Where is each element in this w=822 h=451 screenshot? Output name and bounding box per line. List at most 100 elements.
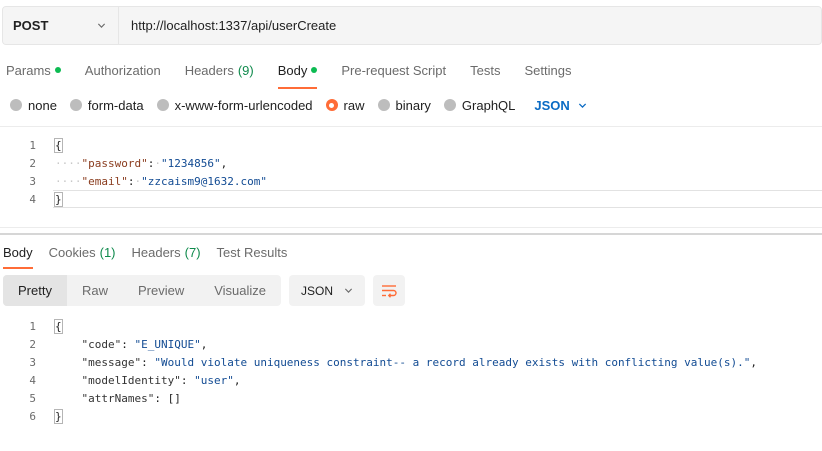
open-brace: { <box>54 137 63 153</box>
code-line: 4 "modelIdentity": "user", <box>0 371 822 389</box>
radio-raw[interactable] <box>325 99 338 111</box>
radio-none-label: none <box>28 97 57 113</box>
tab-settings-label: Settings <box>524 62 572 78</box>
tab-response-body[interactable]: Body <box>3 239 33 269</box>
line-number: 2 <box>29 337 36 351</box>
url-input[interactable] <box>119 7 821 44</box>
json-value: [] <box>167 391 181 405</box>
chevron-down-icon <box>344 288 353 293</box>
tab-headers[interactable]: Headers (9) <box>185 57 254 83</box>
json-value: "1234856" <box>160 156 221 170</box>
chevron-down-icon <box>97 23 106 28</box>
tab-cookies-count: (1) <box>99 244 116 260</box>
view-visualize-button[interactable]: Visualize <box>199 275 281 306</box>
radio-binary[interactable] <box>377 99 390 111</box>
json-value: "Would violate uniqueness constraint-- a… <box>154 355 751 369</box>
wrap-lines-icon <box>382 284 397 298</box>
json-comma: , <box>200 337 208 351</box>
body-type-options: none form-data x-www-form-urlencoded raw… <box>10 95 587 115</box>
response-tabs: Body Cookies (1) Headers (7) Test Result… <box>3 239 303 269</box>
response-format-select[interactable]: JSON <box>289 275 366 306</box>
line-number: 1 <box>29 319 36 333</box>
close-brace: } <box>54 191 63 207</box>
view-pretty-button[interactable]: Pretty <box>3 275 67 306</box>
json-key: "code" <box>81 337 122 351</box>
radio-binary-label: binary <box>395 97 431 113</box>
view-preview-button[interactable]: Preview <box>123 275 199 306</box>
radio-form-data-label: form-data <box>87 97 144 113</box>
line-number: 4 <box>29 192 36 206</box>
code-line: 2 "code": "E_UNIQUE", <box>0 335 822 353</box>
radio-form-data[interactable] <box>69 99 82 111</box>
radio-graphql-label: GraphQL <box>461 97 516 113</box>
body-type-binary[interactable]: binary <box>377 97 431 113</box>
method-select[interactable]: POST <box>3 7 119 44</box>
tab-response-headers-label: Headers <box>131 244 181 260</box>
tab-test-results-label: Test Results <box>216 244 288 260</box>
line-number: 3 <box>29 174 36 188</box>
json-comma: , <box>750 355 758 369</box>
json-value: "E_UNIQUE" <box>134 337 201 351</box>
code-line: 4} <box>0 190 822 208</box>
chevron-down-icon <box>578 102 586 108</box>
code-line: 3 ···· "email": · "zzcaism9@1632.com" <box>0 172 822 190</box>
response-format-label: JSON <box>301 283 334 298</box>
code-line: 2 ···· "password": · "1234856", <box>0 154 822 172</box>
json-key: "attrNames" <box>81 391 155 405</box>
tab-settings[interactable]: Settings <box>524 57 571 83</box>
line-number: 4 <box>29 373 36 387</box>
tab-body[interactable]: Body <box>277 57 318 89</box>
response-body-viewer[interactable]: 1 { 2 "code": "E_UNIQUE", 3 "message": "W… <box>0 316 822 428</box>
tab-cookies[interactable]: Cookies (1) <box>49 239 116 265</box>
radio-graphql[interactable] <box>443 99 456 111</box>
json-comma: , <box>220 156 228 170</box>
tab-response-body-label: Body <box>3 244 33 260</box>
response-toolbar: Pretty Raw Preview Visualize JSON <box>3 275 406 306</box>
radio-urlencoded[interactable] <box>156 99 169 111</box>
tab-tests[interactable]: Tests <box>470 57 500 83</box>
tab-cookies-label: Cookies <box>48 244 96 260</box>
params-indicator-dot <box>54 67 61 73</box>
line-number: 3 <box>29 355 36 369</box>
tab-response-headers[interactable]: Headers (7) <box>132 239 201 265</box>
method-label: POST <box>13 18 49 33</box>
tab-params-label: Params <box>6 62 51 78</box>
body-format-label: JSON <box>534 97 570 113</box>
tab-body-label: Body <box>277 62 308 78</box>
response-view-group: Pretty Raw Preview Visualize <box>3 275 282 306</box>
request-body-editor[interactable]: 1{ 2 ···· "password": · "1234856", 3 ···· "ema… <box>0 126 822 228</box>
body-type-graphql[interactable]: GraphQL <box>443 97 516 113</box>
tab-headers-label: Headers <box>184 62 234 78</box>
pane-resize-divider[interactable] <box>0 233 822 235</box>
line-number: 5 <box>29 391 36 405</box>
tab-pre-request-script[interactable]: Pre-request Script <box>341 57 446 83</box>
body-type-urlencoded[interactable]: x-www-form-urlencoded <box>156 98 313 113</box>
line-number: 1 <box>29 138 36 152</box>
tab-response-headers-count: (7) <box>184 244 201 260</box>
tab-authorization[interactable]: Authorization <box>85 57 161 83</box>
body-type-none[interactable]: none <box>10 98 57 113</box>
body-format-select[interactable]: JSON <box>534 98 586 113</box>
request-url-bar: POST <box>2 6 822 45</box>
json-key: "modelIdentity" <box>81 373 181 387</box>
tab-pre-request-script-label: Pre-request Script <box>341 62 447 78</box>
wrap-lines-button[interactable] <box>373 275 406 306</box>
tab-headers-count: (9) <box>237 62 254 78</box>
code-line: 6} <box>0 407 822 425</box>
line-number: 6 <box>29 409 36 423</box>
open-brace: { <box>54 318 63 334</box>
view-raw-button[interactable]: Raw <box>67 275 123 306</box>
close-brace: } <box>54 408 63 424</box>
tab-tests-label: Tests <box>470 62 501 78</box>
body-indicator-dot <box>311 67 318 73</box>
tab-params[interactable]: Params <box>6 57 61 83</box>
code-line: 1{ <box>0 136 822 154</box>
body-type-raw[interactable]: raw <box>325 98 365 113</box>
code-line: 3 "message": "Would violate uniqueness c… <box>0 353 822 371</box>
body-type-form-data[interactable]: form-data <box>69 97 144 113</box>
tab-test-results[interactable]: Test Results <box>217 239 288 265</box>
json-value: "user" <box>194 373 234 387</box>
json-key: "message" <box>81 355 142 369</box>
radio-none[interactable] <box>10 99 22 111</box>
line-number: 2 <box>29 156 36 170</box>
